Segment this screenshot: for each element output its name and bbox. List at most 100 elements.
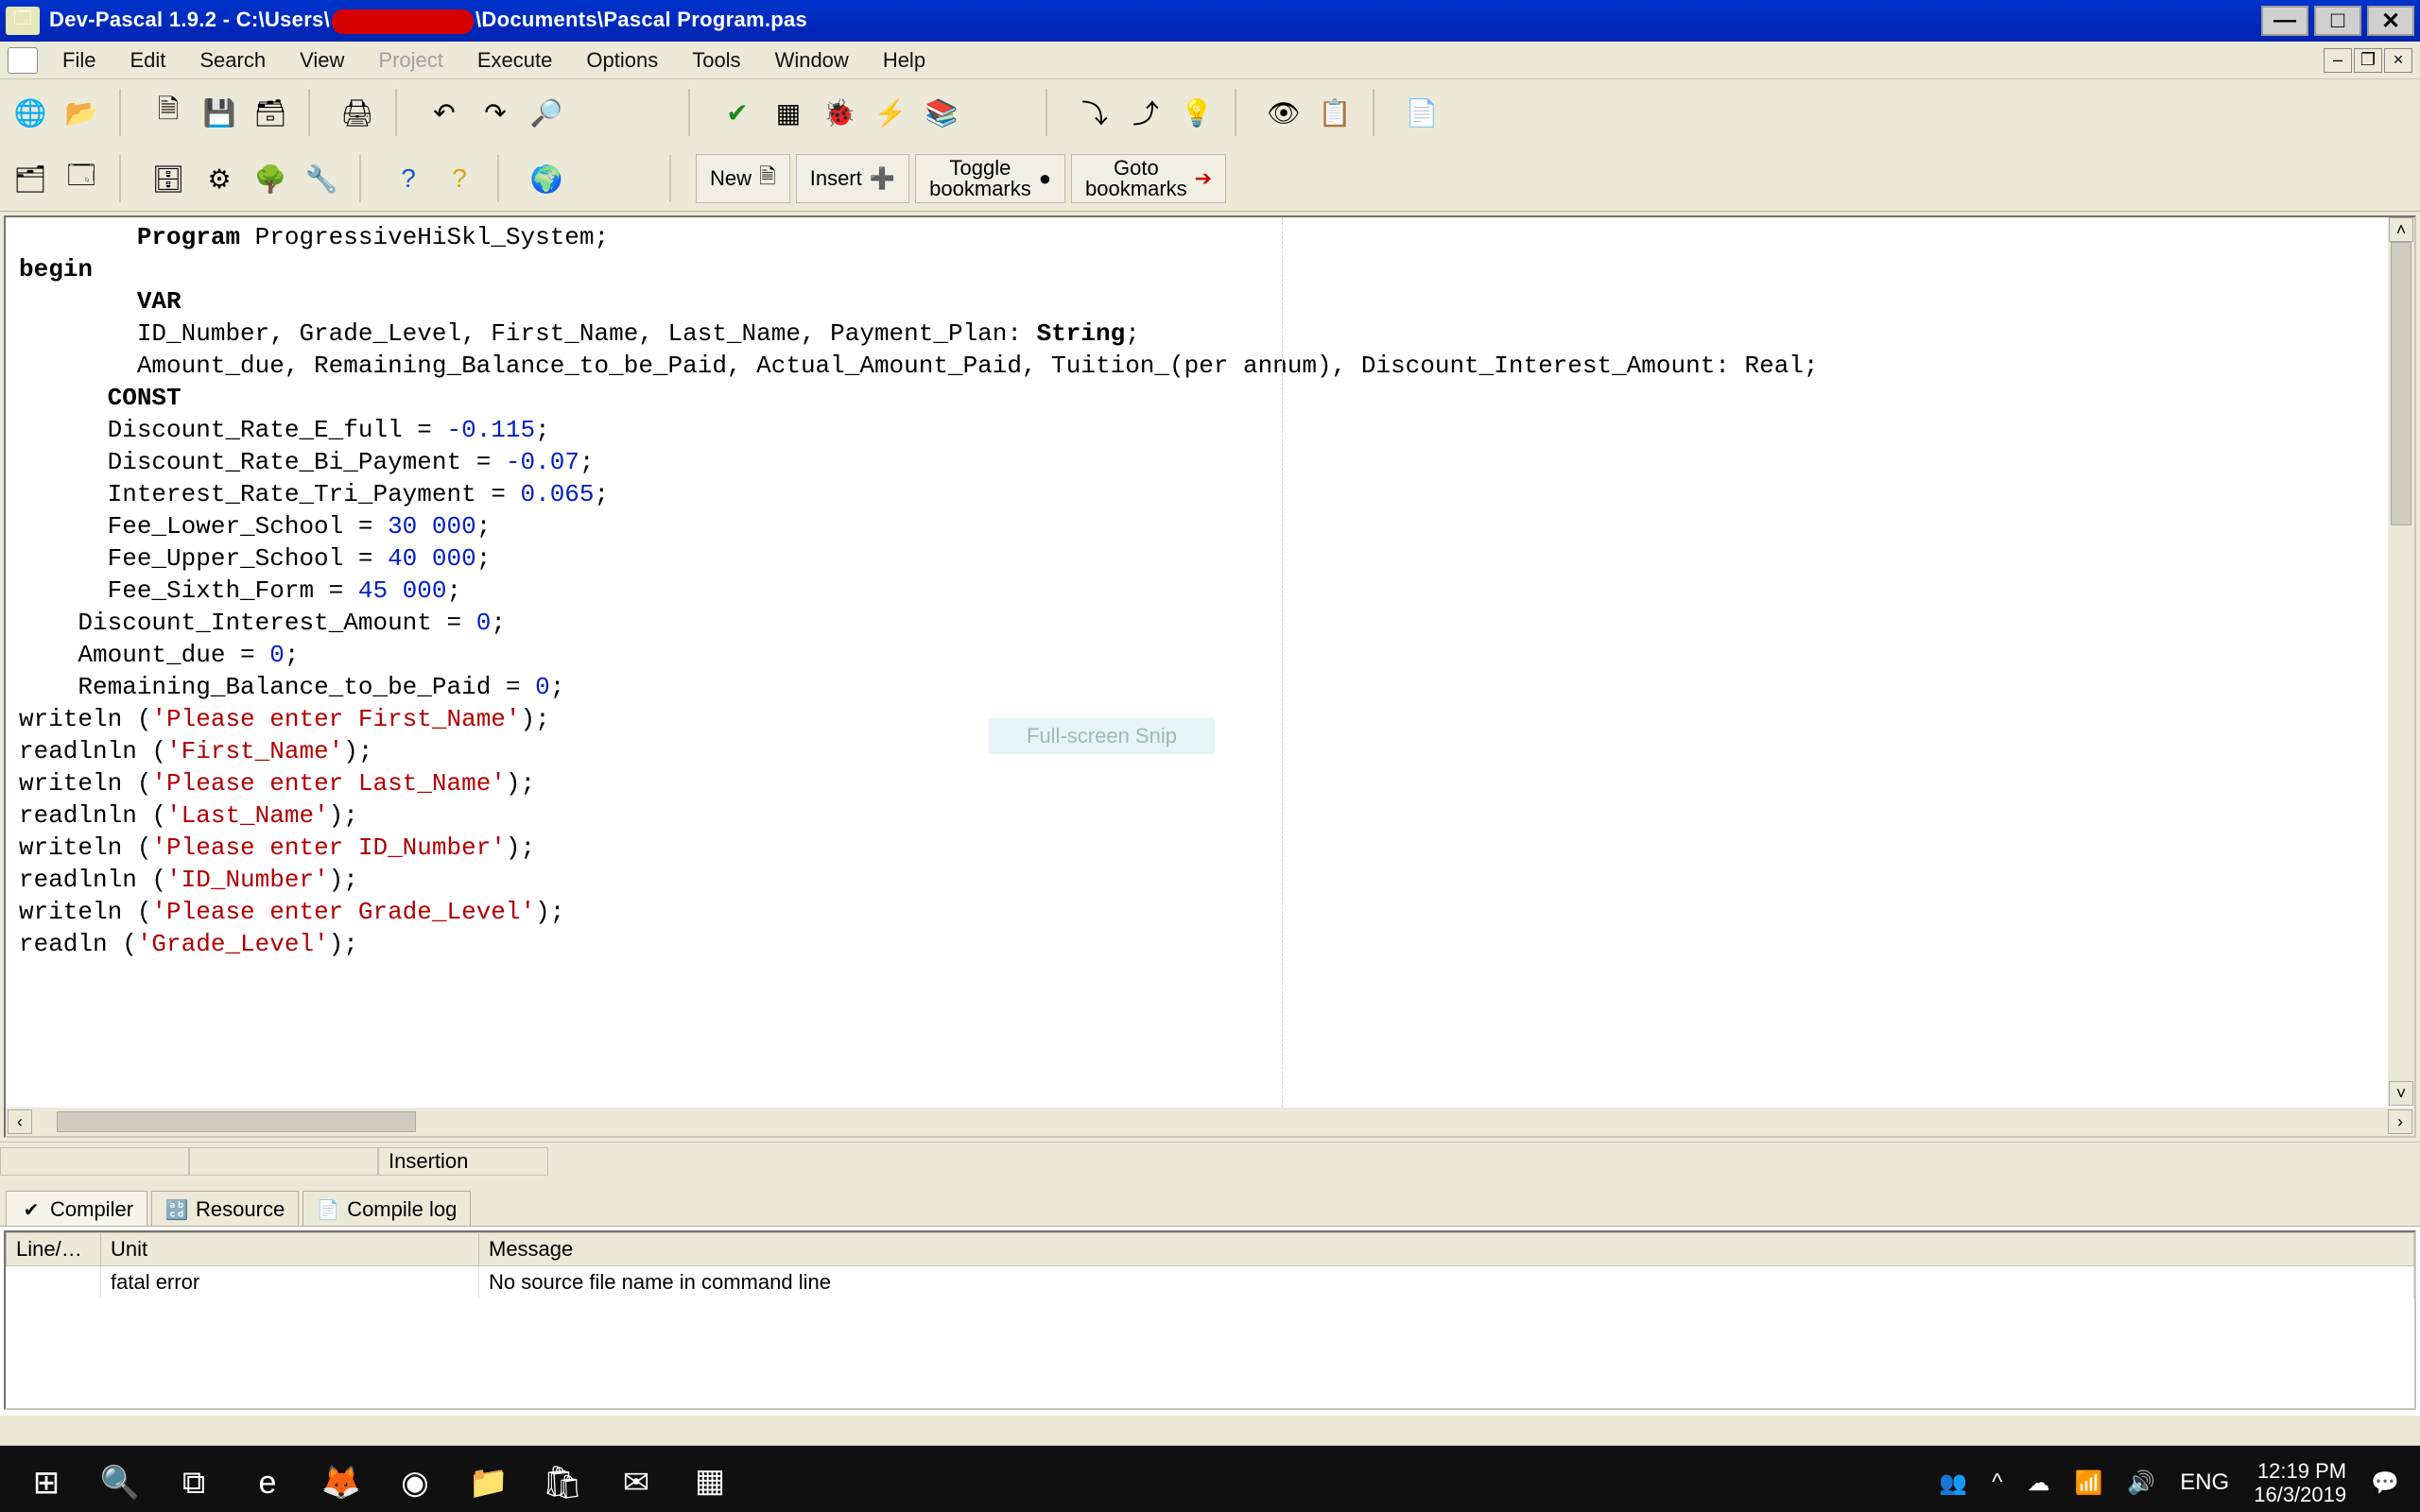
wifi-icon[interactable]: 📶 [2074, 1469, 2102, 1497]
menu-bar: FileEditSearchViewProjectExecuteOptionsT… [0, 42, 2420, 79]
tree-icon[interactable]: 🌳 [248, 156, 293, 201]
compile-icon[interactable]: ✔ [715, 90, 760, 135]
status-cell-2 [189, 1147, 378, 1176]
messages-col-1[interactable]: Unit [101, 1233, 479, 1266]
tab-compiler-icon: ✔ [20, 1198, 43, 1221]
class-browser-icon[interactable]: 🗄 [146, 156, 191, 201]
new-button[interactable]: New🗎 [696, 154, 790, 203]
open-icon[interactable]: 📂 [59, 90, 104, 135]
scroll-left-icon[interactable]: ‹ [8, 1109, 32, 1134]
mail-app[interactable]: ✉ [599, 1450, 673, 1512]
web-icon[interactable]: 🌍 [524, 156, 569, 201]
menu-options[interactable]: Options [569, 43, 675, 78]
menu-tools[interactable]: Tools [675, 43, 757, 78]
bottom-tabs: ✔Compiler🔡Resource📄Compile log [0, 1179, 2420, 1227]
mdi-minimize-button[interactable]: – [2324, 48, 2352, 73]
stop-icon[interactable]: 📚 [919, 90, 964, 135]
save-all-icon[interactable]: 🗃 [248, 90, 293, 135]
mdi-close-button[interactable]: × [2384, 48, 2412, 73]
insert-icon: ➕ [870, 166, 895, 191]
tools-icon[interactable]: 🔧 [299, 156, 344, 201]
onedrive-icon[interactable]: ☁ [2027, 1469, 2049, 1497]
toolbar-area: 🌐 📂 🗎 💾 🗃 🖨 ↶ ↷ 🔎 ✔ ▦ 🐞 ⚡ 📚 ⤵ ⤴ 💡 👁 📋 📄 … [0, 79, 2420, 212]
new-doc-icon: 🗎 [759, 161, 776, 197]
messages-col-2[interactable]: Message [479, 1233, 2414, 1266]
redo-icon[interactable]: ↷ [473, 90, 518, 135]
options-icon[interactable]: ⚙ [197, 156, 242, 201]
run-icon[interactable]: ▦ [766, 90, 811, 135]
tip-icon[interactable]: 💡 [1174, 90, 1219, 135]
scroll-up-icon[interactable]: ˄ [2389, 217, 2413, 242]
messages-col-0[interactable]: Line/… [7, 1233, 101, 1266]
app-icon: 🗔 [6, 7, 40, 35]
step-over-icon[interactable]: ⤵ [1072, 90, 1117, 135]
title-bar: 🗔 Dev-Pascal 1.9.2 - C:\Users\\Documents… [0, 0, 2420, 42]
task-view-button[interactable]: ⧉ [157, 1450, 231, 1512]
minimize-button[interactable]: — [2261, 6, 2308, 36]
redacted-username [332, 9, 474, 34]
editor-workspace: Program ProgressiveHiSkl_System;begin VA… [0, 212, 2420, 1142]
find-icon[interactable]: 🔎 [524, 90, 569, 135]
output-icon[interactable]: 📄 [1399, 90, 1444, 135]
chrome-app[interactable]: ◉ [378, 1450, 452, 1512]
menu-execute[interactable]: Execute [460, 43, 570, 78]
help-blue-icon[interactable]: ? [386, 156, 431, 201]
menu-file[interactable]: File [45, 43, 112, 78]
bookmark-goto-icon: ➔ [1195, 166, 1212, 191]
close-button[interactable]: ✕ [2367, 6, 2414, 36]
firefox-app[interactable]: 🦊 [304, 1450, 378, 1512]
toggle-output-icon[interactable]: 🗔 [59, 156, 104, 201]
debug-icon[interactable]: 🐞 [817, 90, 862, 135]
search-button[interactable]: 🔍 [83, 1450, 157, 1512]
menu-help[interactable]: Help [866, 43, 942, 78]
system-tray: 👥 ^ ☁ 📶 🔊 ENG 12:19 PM 16/3/2019 💬 [1939, 1459, 2411, 1507]
code-editor[interactable]: Program ProgressiveHiSkl_System;begin VA… [6, 217, 2414, 1108]
editor-split-line [1282, 217, 1283, 1108]
undo-icon[interactable]: ↶ [422, 90, 467, 135]
menu-window[interactable]: Window [758, 43, 866, 78]
new-file-icon[interactable]: 🗎 [146, 90, 191, 135]
tab-compile-log[interactable]: 📄Compile log [302, 1191, 471, 1226]
help-yellow-icon[interactable]: ? [437, 156, 482, 201]
start-button[interactable]: ⊞ [9, 1450, 83, 1512]
language-indicator[interactable]: ENG [2180, 1469, 2229, 1496]
save-icon[interactable]: 💾 [197, 90, 242, 135]
rebuild-icon[interactable]: ⚡ [868, 90, 913, 135]
devpascal-app[interactable]: ▦ [673, 1450, 747, 1512]
tab-resource[interactable]: 🔡Resource [151, 1191, 299, 1226]
taskbar-clock[interactable]: 12:19 PM 16/3/2019 [2254, 1459, 2346, 1507]
mdi-restore-button[interactable]: ❐ [2354, 48, 2382, 73]
scroll-down-icon[interactable]: ˅ [2389, 1081, 2413, 1106]
toggle-bookmarks-button[interactable]: Toggle bookmarks● [915, 154, 1065, 203]
menu-edit[interactable]: Edit [112, 43, 182, 78]
insert-button[interactable]: Insert➕ [796, 154, 909, 203]
new-project-icon[interactable]: 🌐 [8, 90, 53, 135]
maximize-button[interactable]: □ [2314, 6, 2361, 36]
tray-up-icon[interactable]: ^ [1992, 1469, 2002, 1496]
message-row[interactable]: fatal errorNo source file name in comman… [7, 1266, 2414, 1299]
tab-compiler[interactable]: ✔Compiler [6, 1191, 147, 1226]
windows-taskbar: ⊞🔍⧉e🦊◉📁🛍✉▦ 👥 ^ ☁ 📶 🔊 ENG 12:19 PM 16/3/2… [0, 1446, 2420, 1512]
breakpoints-icon[interactable]: 📋 [1312, 90, 1357, 135]
edge-app[interactable]: e [231, 1450, 304, 1512]
print-icon[interactable]: 🖨 [335, 90, 380, 135]
step-into-icon[interactable]: ⤴ [1123, 90, 1168, 135]
notifications-icon[interactable]: 💬 [2371, 1469, 2399, 1497]
menu-view[interactable]: View [283, 43, 361, 78]
horizontal-scrollbar[interactable]: ‹ › [6, 1108, 2414, 1136]
mdi-system-icon[interactable] [8, 47, 38, 74]
hscroll-thumb[interactable] [57, 1111, 416, 1132]
goto-bookmarks-button[interactable]: Goto bookmarks➔ [1071, 154, 1226, 203]
toggle-project-icon[interactable]: 🗂 [8, 156, 53, 201]
people-icon[interactable]: 👥 [1939, 1469, 1967, 1497]
scroll-right-icon[interactable]: › [2388, 1109, 2412, 1134]
snip-hint-overlay: Full-screen Snip [989, 718, 1215, 754]
status-mode: Insertion [378, 1147, 548, 1176]
explorer-app[interactable]: 📁 [452, 1450, 526, 1512]
vscroll-thumb[interactable] [2391, 242, 2411, 525]
menu-search[interactable]: Search [182, 43, 283, 78]
watch-icon[interactable]: 👁 [1261, 90, 1306, 135]
vertical-scrollbar[interactable]: ˄ ˅ [2388, 217, 2414, 1106]
sound-icon[interactable]: 🔊 [2127, 1469, 2155, 1497]
store-app[interactable]: 🛍 [526, 1450, 599, 1512]
